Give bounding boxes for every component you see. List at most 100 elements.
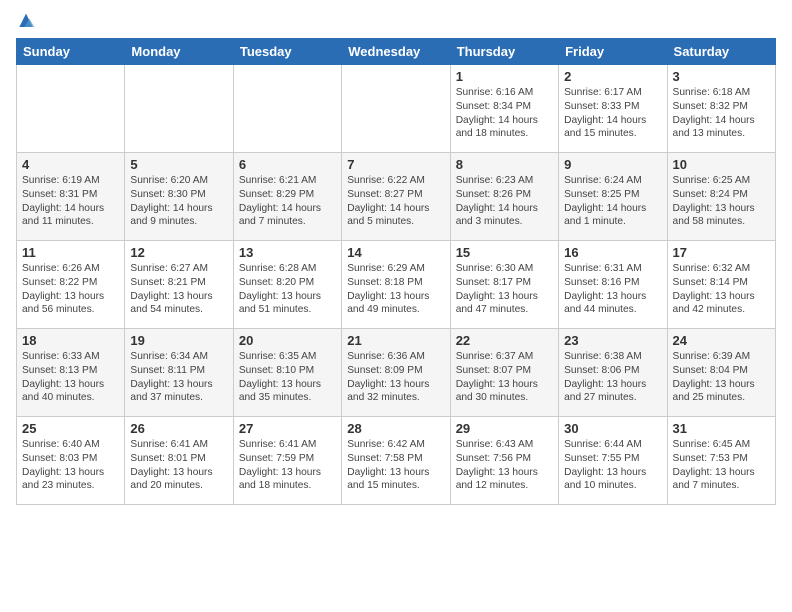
calendar-cell: 17 Sunrise: 6:32 AM Sunset: 8:14 PM Dayli… <box>667 241 775 329</box>
day-number: 30 <box>564 421 661 436</box>
day-number: 26 <box>130 421 227 436</box>
calendar-cell: 28 Sunrise: 6:42 AM Sunset: 7:58 PM Dayli… <box>342 417 450 505</box>
calendar-week-row: 4 Sunrise: 6:19 AM Sunset: 8:31 PM Daylig… <box>17 153 776 241</box>
day-info: Sunrise: 6:17 AM Sunset: 8:33 PM Dayligh… <box>564 86 661 141</box>
day-info: Sunrise: 6:43 AM Sunset: 7:56 PM Dayligh… <box>456 438 553 493</box>
day-info: Sunrise: 6:29 AM Sunset: 8:18 PM Dayligh… <box>347 262 444 317</box>
calendar-week-row: 11 Sunrise: 6:26 AM Sunset: 8:22 PM Dayli… <box>17 241 776 329</box>
calendar-cell: 5 Sunrise: 6:20 AM Sunset: 8:30 PM Daylig… <box>125 153 233 241</box>
day-number: 14 <box>347 245 444 260</box>
page: SundayMondayTuesdayWednesdayThursdayFrid… <box>0 0 792 513</box>
calendar-cell: 16 Sunrise: 6:31 AM Sunset: 8:16 PM Dayli… <box>559 241 667 329</box>
day-number: 21 <box>347 333 444 348</box>
day-number: 10 <box>673 157 770 172</box>
day-info: Sunrise: 6:23 AM Sunset: 8:26 PM Dayligh… <box>456 174 553 229</box>
day-number: 15 <box>456 245 553 260</box>
day-info: Sunrise: 6:45 AM Sunset: 7:53 PM Dayligh… <box>673 438 770 493</box>
day-number: 13 <box>239 245 336 260</box>
day-number: 31 <box>673 421 770 436</box>
day-info: Sunrise: 6:27 AM Sunset: 8:21 PM Dayligh… <box>130 262 227 317</box>
day-of-week-header: Wednesday <box>342 39 450 65</box>
day-info: Sunrise: 6:21 AM Sunset: 8:29 PM Dayligh… <box>239 174 336 229</box>
calendar-week-row: 1Sunrise: 6:16 AM Sunset: 8:34 PM Daylig… <box>17 65 776 153</box>
calendar-cell: 2Sunrise: 6:17 AM Sunset: 8:33 PM Daylig… <box>559 65 667 153</box>
day-number: 29 <box>456 421 553 436</box>
header-row: SundayMondayTuesdayWednesdayThursdayFrid… <box>17 39 776 65</box>
day-info: Sunrise: 6:40 AM Sunset: 8:03 PM Dayligh… <box>22 438 119 493</box>
day-number: 5 <box>130 157 227 172</box>
calendar-cell <box>342 65 450 153</box>
day-info: Sunrise: 6:30 AM Sunset: 8:17 PM Dayligh… <box>456 262 553 317</box>
calendar-cell: 19Sunrise: 6:34 AM Sunset: 8:11 PM Dayli… <box>125 329 233 417</box>
calendar-cell: 21 Sunrise: 6:36 AM Sunset: 8:09 PM Dayli… <box>342 329 450 417</box>
day-number: 25 <box>22 421 119 436</box>
calendar-cell: 30 Sunrise: 6:44 AM Sunset: 7:55 PM Dayli… <box>559 417 667 505</box>
day-number: 6 <box>239 157 336 172</box>
day-number: 22 <box>456 333 553 348</box>
day-info: Sunrise: 6:44 AM Sunset: 7:55 PM Dayligh… <box>564 438 661 493</box>
day-info: Sunrise: 6:36 AM Sunset: 8:09 PM Dayligh… <box>347 350 444 405</box>
calendar-cell: 10 Sunrise: 6:25 AM Sunset: 8:24 PM Dayli… <box>667 153 775 241</box>
day-info: Sunrise: 6:18 AM Sunset: 8:32 PM Dayligh… <box>673 86 770 141</box>
day-number: 17 <box>673 245 770 260</box>
logo-icon <box>16 12 36 32</box>
day-number: 24 <box>673 333 770 348</box>
calendar-cell: 26 Sunrise: 6:41 AM Sunset: 8:01 PM Dayli… <box>125 417 233 505</box>
logo <box>16 12 40 32</box>
day-info: Sunrise: 6:39 AM Sunset: 8:04 PM Dayligh… <box>673 350 770 405</box>
calendar-cell: 1Sunrise: 6:16 AM Sunset: 8:34 PM Daylig… <box>450 65 558 153</box>
calendar-cell: 6 Sunrise: 6:21 AM Sunset: 8:29 PM Daylig… <box>233 153 341 241</box>
day-number: 8 <box>456 157 553 172</box>
day-number: 16 <box>564 245 661 260</box>
calendar-cell: 24 Sunrise: 6:39 AM Sunset: 8:04 PM Dayli… <box>667 329 775 417</box>
day-info: Sunrise: 6:26 AM Sunset: 8:22 PM Dayligh… <box>22 262 119 317</box>
day-info: Sunrise: 6:28 AM Sunset: 8:20 PM Dayligh… <box>239 262 336 317</box>
calendar-cell: 20Sunrise: 6:35 AM Sunset: 8:10 PM Dayli… <box>233 329 341 417</box>
day-number: 12 <box>130 245 227 260</box>
calendar-cell: 31 Sunrise: 6:45 AM Sunset: 7:53 PM Dayli… <box>667 417 775 505</box>
day-number: 23 <box>564 333 661 348</box>
day-info: Sunrise: 6:31 AM Sunset: 8:16 PM Dayligh… <box>564 262 661 317</box>
day-number: 11 <box>22 245 119 260</box>
day-number: 9 <box>564 157 661 172</box>
calendar-cell: 8 Sunrise: 6:23 AM Sunset: 8:26 PM Daylig… <box>450 153 558 241</box>
calendar-cell <box>125 65 233 153</box>
header <box>16 12 776 32</box>
day-number: 1 <box>456 69 553 84</box>
day-info: Sunrise: 6:42 AM Sunset: 7:58 PM Dayligh… <box>347 438 444 493</box>
day-number: 18 <box>22 333 119 348</box>
day-of-week-header: Friday <box>559 39 667 65</box>
calendar-cell: 4 Sunrise: 6:19 AM Sunset: 8:31 PM Daylig… <box>17 153 125 241</box>
calendar: SundayMondayTuesdayWednesdayThursdayFrid… <box>16 38 776 505</box>
calendar-cell: 18 Sunrise: 6:33 AM Sunset: 8:13 PM Dayli… <box>17 329 125 417</box>
day-number: 20 <box>239 333 336 348</box>
day-info: Sunrise: 6:22 AM Sunset: 8:27 PM Dayligh… <box>347 174 444 229</box>
day-of-week-header: Tuesday <box>233 39 341 65</box>
day-number: 3 <box>673 69 770 84</box>
calendar-cell: 25 Sunrise: 6:40 AM Sunset: 8:03 PM Dayli… <box>17 417 125 505</box>
calendar-body: 1Sunrise: 6:16 AM Sunset: 8:34 PM Daylig… <box>17 65 776 505</box>
day-number: 28 <box>347 421 444 436</box>
calendar-cell: 29 Sunrise: 6:43 AM Sunset: 7:56 PM Dayli… <box>450 417 558 505</box>
day-info: Sunrise: 6:20 AM Sunset: 8:30 PM Dayligh… <box>130 174 227 229</box>
day-of-week-header: Sunday <box>17 39 125 65</box>
day-info: Sunrise: 6:38 AM Sunset: 8:06 PM Dayligh… <box>564 350 661 405</box>
day-info: Sunrise: 6:41 AM Sunset: 8:01 PM Dayligh… <box>130 438 227 493</box>
calendar-cell <box>233 65 341 153</box>
day-info: Sunrise: 6:34 AM Sunset: 8:11 PM Dayligh… <box>130 350 227 405</box>
day-info: Sunrise: 6:32 AM Sunset: 8:14 PM Dayligh… <box>673 262 770 317</box>
day-of-week-header: Saturday <box>667 39 775 65</box>
day-info: Sunrise: 6:19 AM Sunset: 8:31 PM Dayligh… <box>22 174 119 229</box>
calendar-week-row: 18 Sunrise: 6:33 AM Sunset: 8:13 PM Dayli… <box>17 329 776 417</box>
calendar-cell: 23 Sunrise: 6:38 AM Sunset: 8:06 PM Dayli… <box>559 329 667 417</box>
day-number: 27 <box>239 421 336 436</box>
day-info: Sunrise: 6:25 AM Sunset: 8:24 PM Dayligh… <box>673 174 770 229</box>
day-info: Sunrise: 6:41 AM Sunset: 7:59 PM Dayligh… <box>239 438 336 493</box>
calendar-cell: 11 Sunrise: 6:26 AM Sunset: 8:22 PM Dayli… <box>17 241 125 329</box>
calendar-cell: 3 Sunrise: 6:18 AM Sunset: 8:32 PM Daylig… <box>667 65 775 153</box>
calendar-cell: 9 Sunrise: 6:24 AM Sunset: 8:25 PM Daylig… <box>559 153 667 241</box>
day-info: Sunrise: 6:24 AM Sunset: 8:25 PM Dayligh… <box>564 174 661 229</box>
day-info: Sunrise: 6:33 AM Sunset: 8:13 PM Dayligh… <box>22 350 119 405</box>
day-number: 4 <box>22 157 119 172</box>
calendar-cell: 27 Sunrise: 6:41 AM Sunset: 7:59 PM Dayli… <box>233 417 341 505</box>
